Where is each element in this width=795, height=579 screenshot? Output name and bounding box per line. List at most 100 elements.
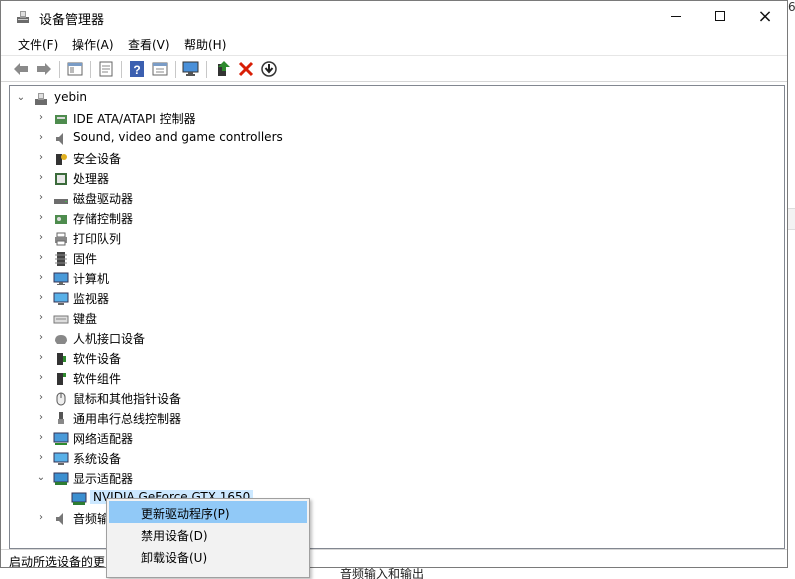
expand-chevron-icon[interactable]: › (35, 372, 47, 384)
collapse-chevron-icon[interactable]: ⌄ (15, 92, 27, 104)
speaker-icon (56, 133, 63, 145)
tree-root-label: yebin (54, 90, 88, 104)
tree-category[interactable]: › IDE ATA/ATAPI 控制器 (10, 108, 784, 128)
audio-icon (56, 513, 63, 525)
context-item-update-driver[interactable]: 更新驱动程序(P) (109, 501, 307, 523)
tree-category[interactable]: › 软件设备 (10, 348, 784, 368)
device-tree[interactable]: ⌄ yebin › IDE ATA/ATAPI 控制器 › Sound, vid… (9, 85, 785, 549)
tree-category[interactable]: › 鼠标和其他指针设备 (10, 388, 784, 408)
tree-category[interactable]: › 处理器 (10, 168, 784, 188)
update-driver-down-icon[interactable] (259, 59, 279, 79)
tree-category-label: 固件 (73, 252, 98, 266)
expand-chevron-icon[interactable]: › (35, 292, 47, 304)
show-hide-console-tree-icon[interactable] (65, 59, 85, 79)
tree-category-label: 人机接口设备 (73, 332, 146, 346)
collapse-chevron-icon[interactable]: ⌄ (35, 472, 47, 484)
expand-chevron-icon[interactable]: › (35, 352, 47, 364)
maximize-button[interactable] (697, 1, 743, 31)
expand-chevron-icon[interactable]: › (35, 512, 47, 524)
menu-bar: 文件(F) 操作(A) 查看(V) 帮助(H) (1, 33, 787, 54)
back-arrow-icon[interactable] (11, 59, 31, 79)
view-icon[interactable] (150, 59, 170, 79)
menu-action[interactable]: 操作(A) (72, 36, 114, 53)
tree-category[interactable]: › 通用串行总线控制器 (10, 408, 784, 428)
menu-file[interactable]: 文件(F) (18, 36, 58, 53)
tree-category-expanded[interactable]: ⌄ 显示适配器 (10, 468, 784, 488)
title-bar[interactable]: 设备管理器 × (1, 1, 787, 33)
toolbar-separator (121, 61, 122, 78)
forward-arrow-icon[interactable] (34, 59, 54, 79)
context-item-uninstall-device[interactable]: 卸载设备(U) (109, 545, 307, 567)
usb-icon (58, 412, 64, 424)
system-device-icon (53, 452, 69, 465)
tree-category-label: 计算机 (73, 272, 110, 286)
expand-chevron-icon[interactable]: › (35, 412, 47, 424)
tree-category[interactable]: › 打印队列 (10, 228, 784, 248)
status-text: 启动所选设备的更 (9, 555, 106, 568)
tree-category-label: 处理器 (73, 172, 110, 186)
expand-chevron-icon[interactable]: › (35, 272, 47, 284)
minimize-button[interactable] (653, 1, 699, 31)
device-manager-app-icon (17, 11, 29, 23)
cpu-icon (55, 173, 67, 185)
expand-chevron-icon[interactable]: › (35, 252, 47, 264)
context-item-label: 卸载设备(U) (141, 551, 208, 565)
tree-category[interactable]: › 存储控制器 (10, 208, 784, 228)
display-adapter-icon (71, 492, 87, 505)
tree-category-label: Sound, video and game controllers (73, 130, 283, 144)
expand-chevron-icon[interactable]: › (35, 152, 47, 164)
tree-category[interactable]: › 安全设备 (10, 148, 784, 168)
monitor-icon (53, 292, 69, 305)
expand-chevron-icon[interactable]: › (35, 232, 47, 244)
context-item-label: 禁用设备(D) (141, 529, 208, 543)
tree-category-label: 监视器 (73, 292, 110, 306)
firmware-icon (55, 252, 67, 266)
printer-icon (55, 232, 67, 246)
tree-category-label: 通用串行总线控制器 (73, 412, 182, 426)
close-button[interactable]: × (742, 1, 787, 31)
software-device-icon (57, 353, 66, 365)
menu-help[interactable]: 帮助(H) (184, 36, 226, 53)
tree-root[interactable]: ⌄ yebin (10, 88, 784, 108)
tree-category-label: 显示适配器 (73, 472, 134, 486)
tree-category-label: 软件设备 (73, 352, 122, 366)
tree-category[interactable]: › 键盘 (10, 308, 784, 328)
tree-category[interactable]: › 磁盘驱动器 (10, 188, 784, 208)
tree-category[interactable]: › 计算机 (10, 268, 784, 288)
toolbar: ? (1, 55, 787, 82)
uninstall-x-icon[interactable] (236, 59, 256, 79)
expand-chevron-icon[interactable]: › (35, 332, 47, 344)
background-window-edge: 6 (788, 0, 795, 579)
expand-chevron-icon[interactable]: › (35, 192, 47, 204)
expand-chevron-icon[interactable]: › (35, 112, 47, 124)
security-key-icon (56, 154, 67, 165)
menu-view[interactable]: 查看(V) (128, 36, 170, 53)
expand-chevron-icon[interactable]: › (35, 432, 47, 444)
display-adapter-icon (53, 472, 69, 485)
tree-category[interactable]: › 系统设备 (10, 448, 784, 468)
storage-controller-icon (55, 215, 67, 224)
tree-category[interactable]: › 网络适配器 (10, 428, 784, 448)
expand-chevron-icon[interactable]: › (35, 392, 47, 404)
properties-icon[interactable] (96, 59, 116, 79)
context-item-disable-device[interactable]: 禁用设备(D) (109, 523, 307, 545)
tree-category-label: 安全设备 (73, 152, 122, 166)
expand-chevron-icon[interactable]: › (35, 452, 47, 464)
tree-category-label: IDE ATA/ATAPI 控制器 (73, 112, 196, 126)
add-driver-icon[interactable] (213, 59, 233, 79)
tree-category[interactable]: › 软件组件 (10, 368, 784, 388)
help-icon[interactable]: ? (127, 59, 147, 79)
scan-hardware-icon[interactable] (181, 59, 201, 79)
tree-category[interactable]: › 监视器 (10, 288, 784, 308)
expand-chevron-icon[interactable]: › (35, 212, 47, 224)
context-item-label: 更新驱动程序(P) (141, 507, 230, 521)
toolbar-separator (90, 61, 91, 78)
toolbar-separator (206, 61, 207, 78)
expand-chevron-icon[interactable]: › (35, 312, 47, 324)
tree-category[interactable]: › Sound, video and game controllers (10, 128, 784, 148)
tree-category-label: 网络适配器 (73, 432, 134, 446)
tree-category[interactable]: › 固件 (10, 248, 784, 268)
tree-category[interactable]: › 人机接口设备 (10, 328, 784, 348)
expand-chevron-icon[interactable]: › (35, 172, 47, 184)
expand-chevron-icon[interactable]: › (35, 132, 47, 144)
